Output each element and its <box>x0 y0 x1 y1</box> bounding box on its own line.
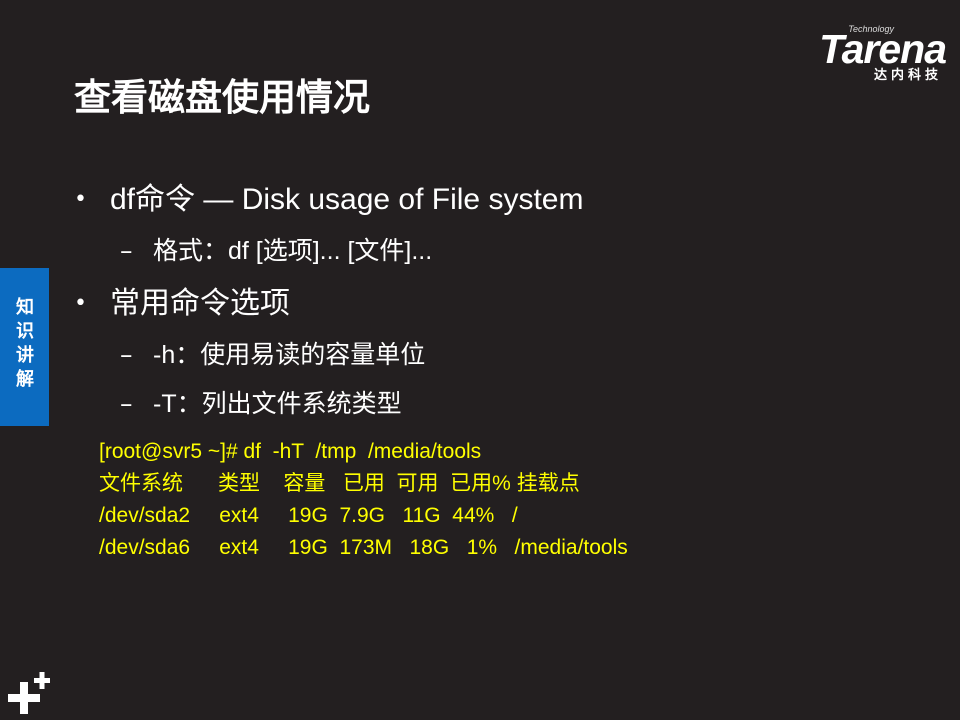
sub-bullet-t-option: – -T：列出文件系统类型 <box>120 387 402 421</box>
bullet-dot-icon: • <box>74 291 87 316</box>
side-tab: 知识讲解 <box>0 268 49 426</box>
sub-bullet-format: – 格式：df [选项]... [文件]... <box>120 234 432 268</box>
terminal-command-line: [root@svr5 ~]# df -hT /tmp /media/tools <box>99 440 482 463</box>
dash-icon: – <box>120 340 133 369</box>
logo-chinese-name: 达内科技 <box>873 68 942 83</box>
bullet-common-options: • 常用命令选项 <box>74 284 290 324</box>
dash-icon: – <box>120 389 133 418</box>
bullet-text: df命令 — Disk usage of File system <box>110 183 584 216</box>
sub-bullet-text: 格式：df [选项]... [文件]... <box>153 237 433 265</box>
slide-title: 查看磁盘使用情况 <box>74 76 370 119</box>
bullet-df-command: • df命令 — Disk usage of File system <box>74 180 583 220</box>
sub-bullet-h-option: – -h：使用易读的容量单位 <box>120 338 425 372</box>
sub-bullet-text: -T：列出文件系统类型 <box>153 390 402 418</box>
terminal-output: [root@svr5 ~]# df -hT /tmp /media/tools … <box>99 436 628 564</box>
dash-icon: – <box>120 236 133 265</box>
bullet-text: 常用命令选项 <box>110 287 290 320</box>
terminal-row-sda2: /dev/sda2 ext4 19G 7.9G 11G 44% / <box>99 504 518 527</box>
sub-bullet-text: -h：使用易读的容量单位 <box>153 341 426 369</box>
plus-plus-icon <box>8 672 50 714</box>
bullet-dot-icon: • <box>74 187 87 212</box>
terminal-row-sda6: /dev/sda6 ext4 19G 173M 18G 1% /media/to… <box>99 536 628 559</box>
terminal-header-line: 文件系统 类型 容量 已用 可用 已用% 挂载点 <box>99 472 580 495</box>
side-tab-label: 知识讲解 <box>16 297 34 390</box>
tarena-logo: Technology Tarena 达内科技 <box>776 24 947 83</box>
